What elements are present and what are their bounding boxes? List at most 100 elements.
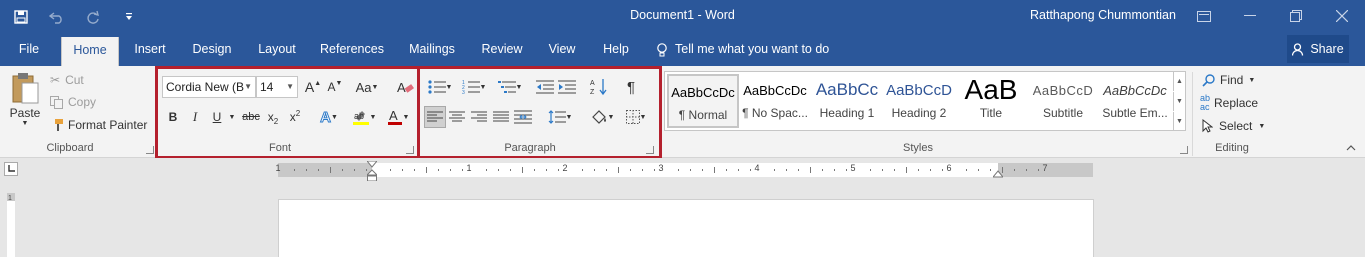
ruler-tick bbox=[1014, 169, 1015, 171]
lightbulb-icon bbox=[657, 42, 667, 56]
copy-button[interactable]: Copy bbox=[50, 93, 96, 111]
tab-references[interactable]: References bbox=[316, 33, 388, 66]
ruler-tick bbox=[606, 169, 607, 171]
cursor-arrow-icon bbox=[1202, 119, 1213, 133]
editing-group-label: Editing bbox=[1215, 142, 1249, 154]
ruler-tick bbox=[630, 169, 631, 171]
ruler-tick bbox=[462, 169, 463, 171]
ruler-tick bbox=[906, 167, 907, 173]
ruler-tick bbox=[942, 169, 943, 171]
ruler-tick bbox=[738, 169, 739, 171]
collapse-ribbon-icon[interactable] bbox=[1344, 142, 1358, 154]
style-preview: AaBbCcDc bbox=[671, 84, 735, 100]
ruler-tick bbox=[534, 169, 535, 171]
cut-label: Cut bbox=[65, 73, 84, 87]
ruler-tick bbox=[834, 169, 835, 171]
style-name: Title bbox=[979, 106, 1003, 120]
ruler-tick bbox=[594, 169, 595, 171]
magnifier-icon bbox=[1202, 73, 1215, 87]
tab-mailings[interactable]: Mailings bbox=[400, 33, 464, 66]
ruler-tick bbox=[822, 169, 823, 171]
document-page[interactable] bbox=[278, 199, 1094, 257]
ruler-tick bbox=[294, 169, 295, 171]
indent-markers-icon[interactable] bbox=[367, 161, 377, 181]
style-name: Heading 2 bbox=[891, 106, 947, 120]
ribbon-tab-row: File Home Insert Design Layout Reference… bbox=[0, 33, 1365, 66]
clipboard-dialog-launcher[interactable] bbox=[146, 146, 154, 154]
clipboard-group-label: Clipboard bbox=[46, 142, 94, 154]
find-button[interactable]: Find ▼ bbox=[1202, 71, 1255, 89]
ruler-tick bbox=[546, 169, 547, 171]
style-name: ¶ Normal bbox=[678, 108, 728, 122]
ruler-tick bbox=[894, 169, 895, 171]
style-subtle-emphasis[interactable]: AaBbCcDc Subtle Em... bbox=[1099, 74, 1171, 128]
ruler-tick bbox=[798, 169, 799, 171]
ruler-tick bbox=[522, 167, 523, 173]
ruler-tick bbox=[366, 169, 367, 171]
paintbrush-icon bbox=[55, 119, 63, 131]
ruler-number: 1 bbox=[466, 163, 472, 173]
ruler-tick bbox=[582, 169, 583, 171]
style-preview: AaBbCcDc bbox=[1103, 82, 1167, 98]
restore-icon[interactable] bbox=[1273, 4, 1319, 28]
paste-dropdown-icon[interactable]: ▼ bbox=[22, 120, 29, 127]
ruler-tick bbox=[558, 169, 559, 171]
format-painter-button[interactable]: Format Painter bbox=[50, 116, 147, 134]
user-name[interactable]: Ratthapong Chummontian bbox=[1030, 8, 1176, 22]
ruler-tick bbox=[1026, 169, 1027, 171]
styles-dialog-launcher[interactable] bbox=[1180, 146, 1188, 154]
ruler-tick bbox=[702, 169, 703, 171]
style-heading-1[interactable]: AaBbCc Heading 1 bbox=[811, 74, 883, 128]
ruler-tick bbox=[330, 167, 331, 173]
gallery-scroll-down-icon[interactable]: ▼ bbox=[1173, 92, 1185, 111]
select-button[interactable]: Select ▼ bbox=[1202, 117, 1265, 135]
ruler-tick bbox=[930, 169, 931, 171]
close-icon[interactable] bbox=[1319, 4, 1365, 28]
tab-help[interactable]: Help bbox=[596, 33, 636, 66]
scissors-icon: ✂ bbox=[50, 73, 61, 87]
gallery-more-icon[interactable]: ▼ bbox=[1173, 112, 1185, 131]
ruler-tick bbox=[966, 169, 967, 171]
ruler-tick bbox=[678, 169, 679, 171]
ruler-tick bbox=[318, 169, 319, 171]
style-subtitle[interactable]: AaBbCcD Subtitle bbox=[1027, 74, 1099, 128]
style-heading-2[interactable]: AaBbCcD Heading 2 bbox=[883, 74, 955, 128]
tab-design[interactable]: Design bbox=[185, 33, 239, 66]
ruler-tick bbox=[1002, 167, 1003, 173]
tab-file[interactable]: File bbox=[8, 33, 50, 66]
ruler-tick bbox=[654, 169, 655, 171]
style-normal[interactable]: AaBbCcDc ¶ Normal bbox=[667, 74, 739, 128]
ruler-area: 1 1 2 3 4 5 6 7 bbox=[0, 158, 1365, 184]
tab-insert[interactable]: Insert bbox=[126, 33, 174, 66]
paste-button[interactable]: Paste ▼ bbox=[6, 72, 44, 136]
tab-view[interactable]: View bbox=[540, 33, 584, 66]
style-title[interactable]: AaB Title bbox=[955, 74, 1027, 128]
ruler-tick bbox=[990, 169, 991, 171]
tab-review[interactable]: Review bbox=[476, 33, 528, 66]
ruler-number: 1 bbox=[275, 163, 281, 173]
gallery-scroll-up-icon[interactable]: ▲ bbox=[1173, 72, 1185, 91]
tab-layout[interactable]: Layout bbox=[250, 33, 304, 66]
ribbon-display-options-icon[interactable] bbox=[1181, 4, 1227, 28]
horizontal-ruler[interactable]: 1 1 2 3 4 5 6 7 bbox=[275, 161, 1093, 181]
ruler-tick bbox=[978, 169, 979, 171]
cut-button[interactable]: ✂ Cut bbox=[50, 71, 84, 89]
ruler-number: 4 bbox=[754, 163, 760, 173]
style-preview: AaB bbox=[964, 74, 1018, 105]
minimize-icon[interactable] bbox=[1227, 4, 1273, 28]
share-button[interactable]: Share bbox=[1287, 35, 1349, 63]
vertical-ruler[interactable]: 1 bbox=[7, 193, 15, 257]
copy-icon bbox=[50, 95, 63, 109]
styles-gallery: AaBbCcDc ¶ Normal AaBbCcDc ¶ No Spac... … bbox=[664, 71, 1186, 131]
font-group-highlight bbox=[155, 66, 420, 159]
tab-selector-icon[interactable] bbox=[4, 162, 18, 176]
title-bar: Document1 - Word Ratthapong Chummontian bbox=[0, 0, 1365, 33]
person-icon bbox=[1292, 42, 1304, 56]
tell-me-search[interactable]: Tell me what you want to do bbox=[656, 33, 829, 66]
clipboard-paste-icon bbox=[12, 73, 39, 104]
tab-home[interactable]: Home bbox=[61, 37, 119, 66]
ruler-tick bbox=[402, 169, 403, 171]
style-no-spacing[interactable]: AaBbCcDc ¶ No Spac... bbox=[739, 74, 811, 128]
ruler-tick bbox=[342, 169, 343, 171]
replace-button[interactable]: ab ac Replace bbox=[1200, 94, 1258, 112]
